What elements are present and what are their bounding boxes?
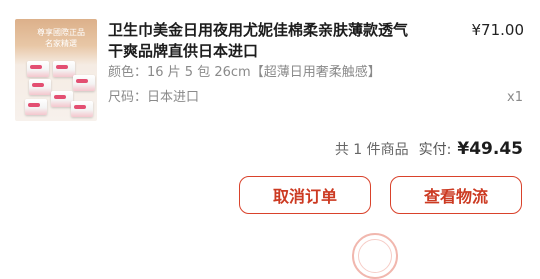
view-logistics-button[interactable]: 查看物流 (390, 176, 522, 214)
package-graphic (29, 79, 51, 95)
item-count: 共 1 件商品 (334, 142, 409, 158)
package-graphic (51, 91, 73, 107)
package-graphic (71, 101, 93, 117)
package-graphic (25, 99, 47, 115)
stamp-watermark (352, 233, 398, 279)
product-image[interactable]: 尊享國際正品 名家精選 (15, 19, 97, 121)
product-image-headline: 尊享國際正品 名家精選 (37, 28, 85, 48)
paid-amount: ¥49.45 (457, 139, 523, 159)
cancel-order-button[interactable]: 取消订单 (239, 176, 371, 214)
package-graphic (53, 61, 75, 77)
package-graphic (73, 75, 95, 91)
package-graphic (27, 61, 49, 77)
product-quantity: x1 (507, 90, 523, 105)
product-title[interactable]: 卫生巾美金日用夜用尤妮佳棉柔亲肤薄款透气干爽品牌直供日本进口 (108, 20, 408, 62)
product-price: ¥71.00 (471, 21, 525, 39)
paid-label: 实付: (418, 142, 452, 158)
product-origin: 尺码：日本进口 (108, 90, 200, 105)
order-summary: 共 1 件商品 实付: ¥49.45 (335, 139, 523, 159)
product-spec: 颜色：16 片 5 包 26cm【超薄日用奢柔触感】 (108, 65, 381, 80)
